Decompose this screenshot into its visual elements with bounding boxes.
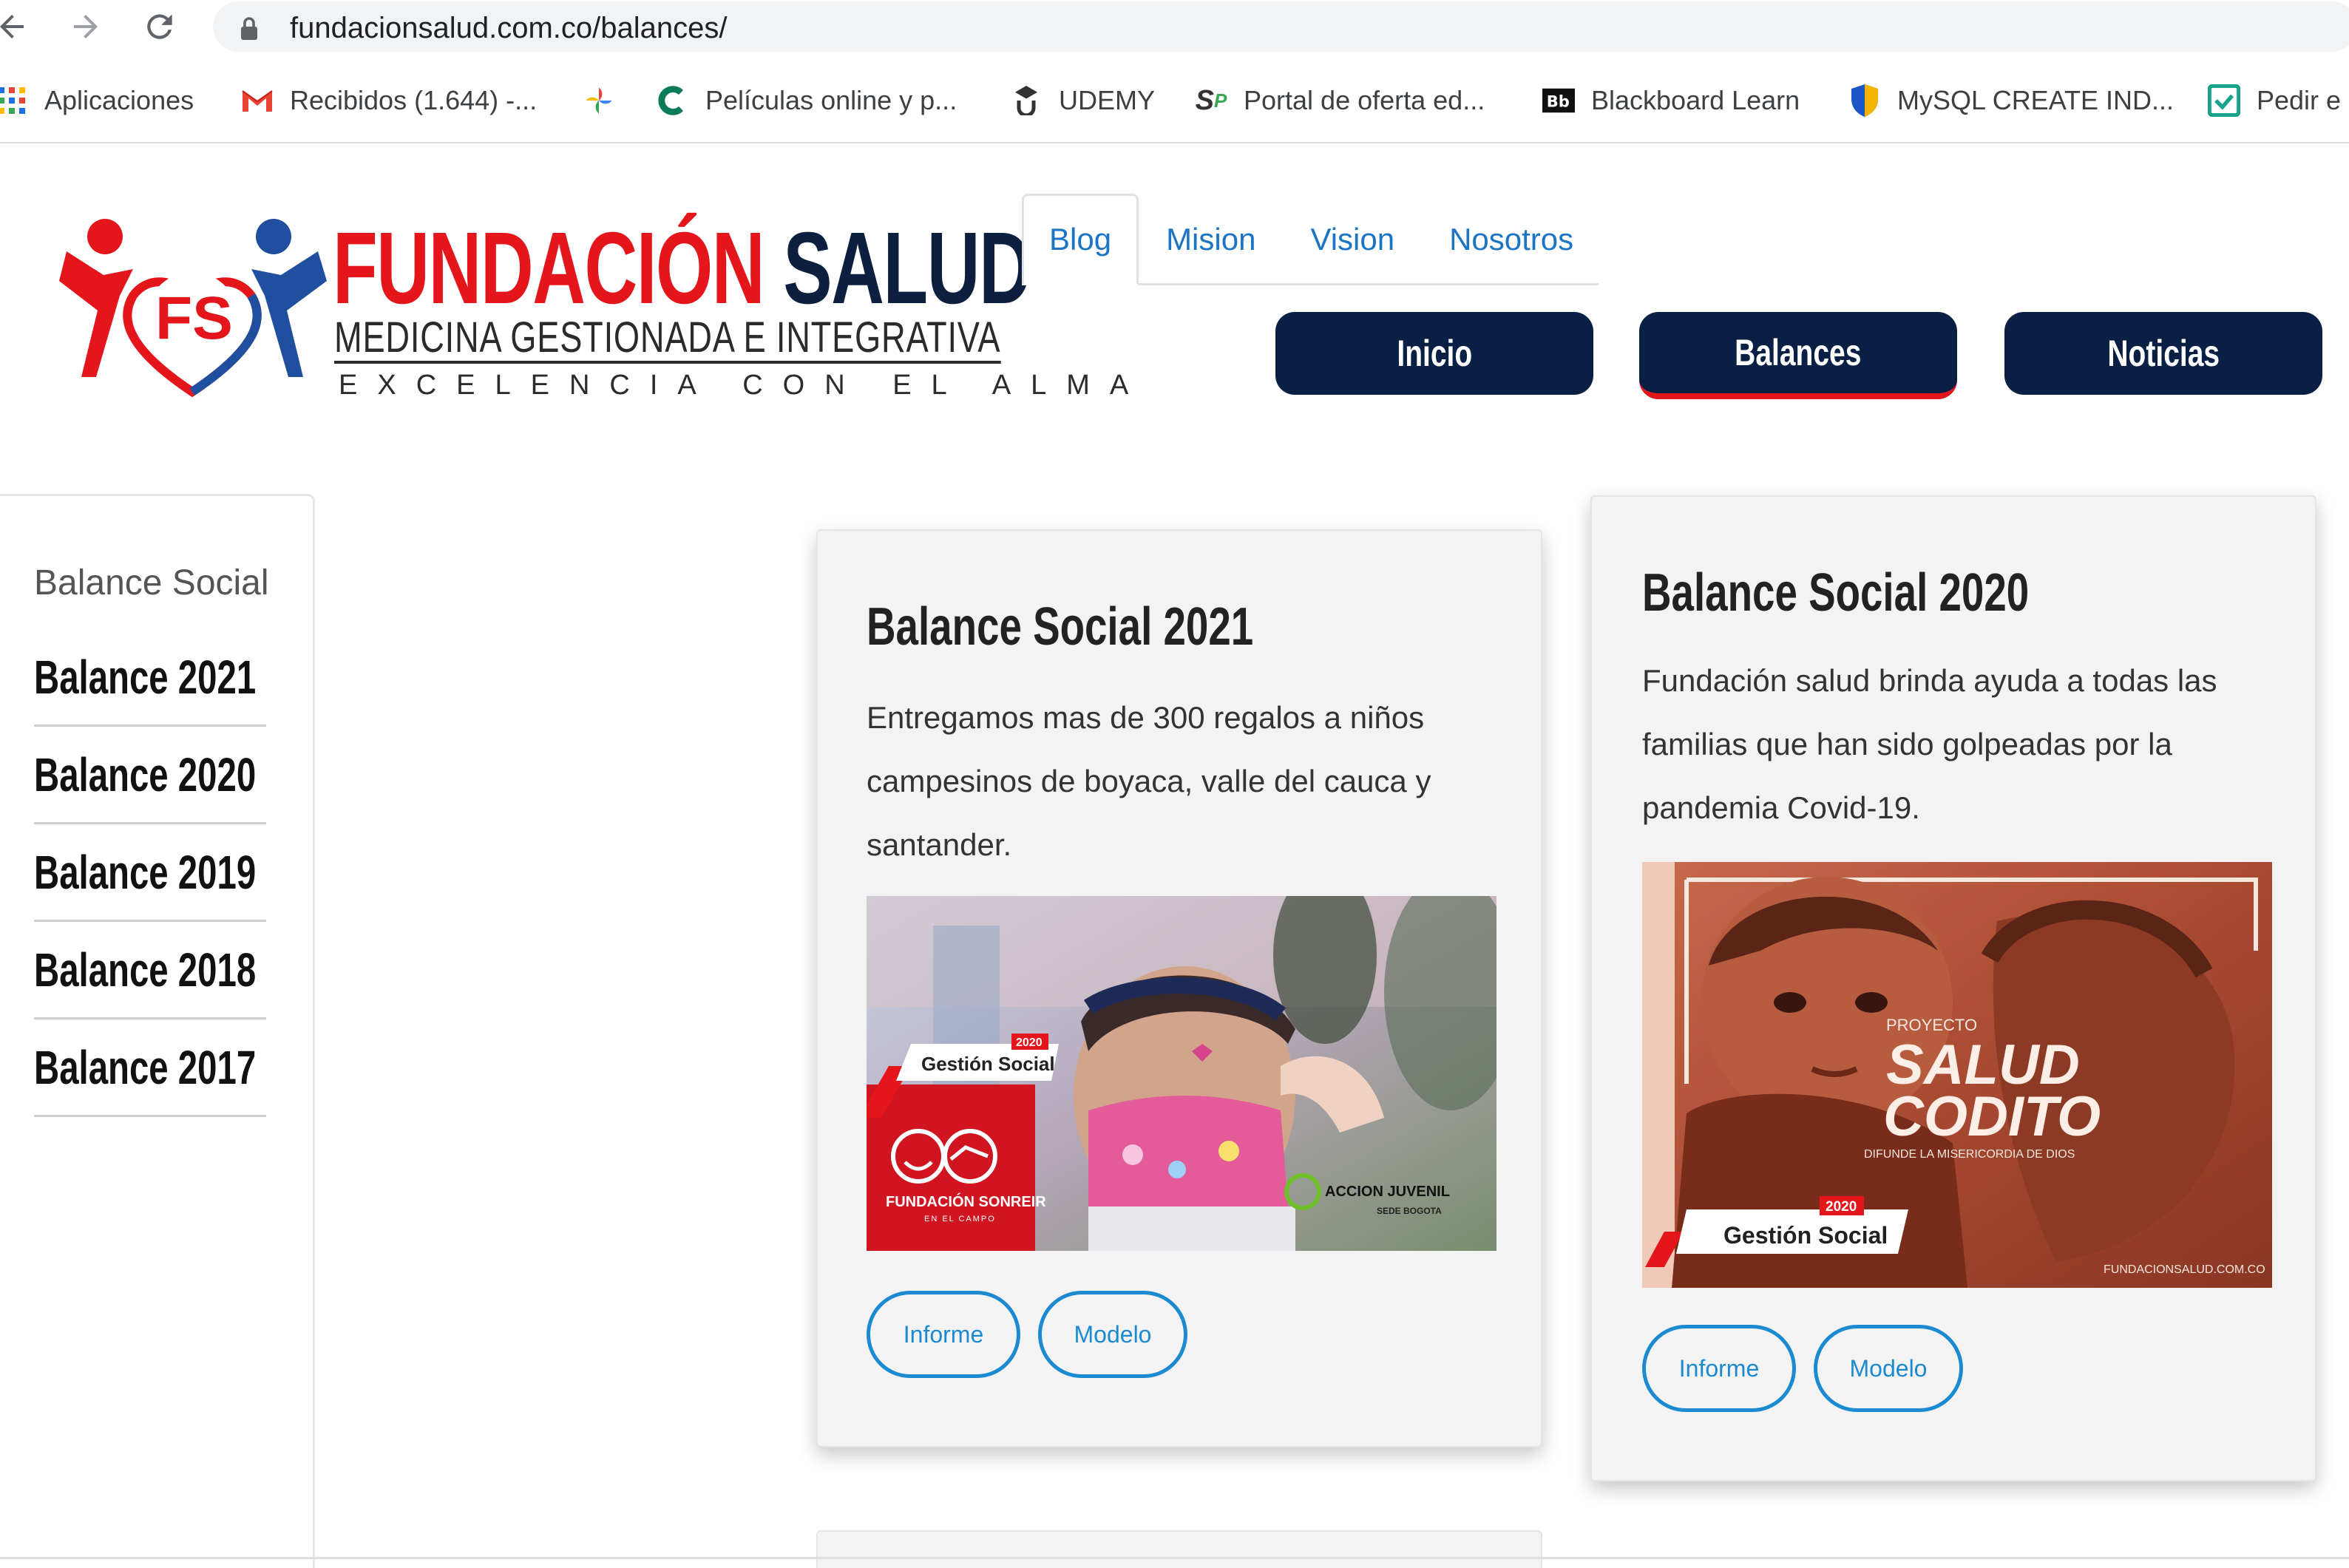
blackboard-icon: Bb [1542, 84, 1575, 117]
logo-monogram: FS [155, 285, 233, 352]
balance-card-2021: Balance Social 2021 Entregamos mas de 30… [816, 529, 1542, 1447]
card-image-footer: FUNDACIONSALUD.COM.CO [2104, 1263, 2265, 1276]
modelo-button[interactable]: Modelo [1814, 1325, 1963, 1412]
sp-logo-icon: SP [1195, 84, 1227, 116]
tab-nosotros[interactable]: Nosotros [1422, 194, 1601, 285]
site-logo[interactable]: FS FUNDACIÓN SALUD MEDICINA GESTIONADA E… [52, 207, 1128, 407]
bookmark-mysql[interactable]: MySQL CREATE IND... [1848, 80, 2174, 121]
card-image-badge-year: 2020 [1016, 1036, 1043, 1049]
reload-icon[interactable] [138, 4, 182, 49]
gmail-icon [241, 84, 274, 117]
nav-balances-button[interactable]: Balances [1639, 312, 1957, 399]
bookmark-label: UDEMY [1059, 85, 1156, 115]
card-title: Balance Social 2021 [867, 597, 1254, 656]
bookmark-label: Blackboard Learn [1591, 85, 1800, 115]
bookmark-udemy[interactable]: UDEMY [1010, 80, 1155, 121]
card-image-partner: ACCION JUVENIL [1325, 1184, 1450, 1200]
address-bar[interactable]: fundacionsalud.com.co/balances/ [213, 1, 2349, 52]
bookmark-label: Aplicaciones [44, 85, 194, 115]
c-logo-icon [657, 84, 689, 117]
udemy-icon [1010, 84, 1043, 117]
sidebar-heading: Balance Social [34, 563, 269, 603]
bookmark-label: Recibidos (1.644) -... [290, 85, 538, 115]
apps-grid-icon [0, 84, 28, 117]
sidebar-item-balance-2017[interactable]: Balance 2017 [34, 1019, 266, 1117]
tab-vision[interactable]: Vision [1283, 194, 1422, 285]
viewport-bottom-edge [0, 1557, 2349, 1559]
check-heart-icon [2208, 84, 2240, 117]
bookmark-label: Películas online y p... [705, 85, 957, 115]
bookmark-gmail[interactable]: Recibidos (1.644) -... [241, 80, 537, 121]
bookmark-label: MySQL CREATE IND... [1897, 85, 2175, 115]
svg-text:Bb: Bb [1547, 92, 1570, 111]
forward-arrow-icon[interactable] [64, 4, 108, 49]
card-image-partner-sub: SEDE BOGOTA [1377, 1206, 1442, 1216]
card-image: Gestión Social 2020 FUNDACIÓN SONREIR EN… [867, 896, 1496, 1251]
modelo-button[interactable]: Modelo [1038, 1291, 1187, 1378]
lock-icon [240, 16, 259, 44]
card-image-caption: DIFUNDE LA MISERICORDIA DE DIOS [1864, 1148, 2075, 1161]
bookmark-label: Pedir e [2257, 85, 2342, 115]
bookmark-blackboard[interactable]: Bb Blackboard Learn [1542, 80, 1800, 121]
next-card-peek [816, 1530, 1542, 1568]
card-image-headline-2: CODITO [1883, 1085, 2101, 1148]
bookmark-pedir[interactable]: Pedir e [2208, 80, 2341, 121]
card-image-brand: FUNDACIÓN SONREIR [886, 1192, 1046, 1210]
logo-subtitle: MEDICINA GESTIONADA E INTEGRATIVA [334, 316, 1001, 364]
card-description: Entregamos mas de 300 regalos a niños ca… [867, 700, 1431, 862]
card-image-badge-year: 2020 [1826, 1199, 1857, 1215]
balance-card-2020: Balance Social 2020 Fundación salud brin… [1590, 495, 2316, 1482]
shield-icon [1848, 84, 1881, 117]
back-arrow-icon[interactable] [0, 4, 34, 49]
chrome-divider [0, 142, 2349, 143]
logo-title: FUNDACIÓN SALUD [333, 211, 1032, 325]
logo-emblem-icon: FS [59, 219, 327, 398]
card-image: PROYECTO SALUD CODITO DIFUNDE LA MISERIC… [1642, 862, 2272, 1288]
bookmarks-bar: Aplicaciones Recibidos (1.644) -... Pelí… [0, 71, 2349, 130]
bookmark-photos[interactable] [583, 80, 631, 121]
sidebar-item-balance-2018[interactable]: Balance 2018 [34, 922, 266, 1019]
informe-button[interactable]: Informe [867, 1291, 1020, 1378]
card-image-badge-label: Gestión Social [1723, 1222, 1888, 1249]
card-image-kicker: PROYECTO [1886, 1016, 1977, 1034]
informe-button[interactable]: Informe [1642, 1325, 1796, 1412]
browser-toolbar: fundacionsalud.com.co/balances/ [0, 0, 2349, 53]
card-title: Balance Social 2020 [1642, 563, 2030, 622]
card-image-badge-label: Gestión Social [921, 1053, 1055, 1075]
tab-blog[interactable]: Blog [1022, 194, 1139, 285]
bookmark-apps[interactable]: Aplicaciones [0, 80, 194, 121]
sidebar-item-balance-2021[interactable]: Balance 2021 [34, 629, 266, 727]
tab-mision[interactable]: Mision [1139, 194, 1283, 285]
bookmark-label: Portal de oferta ed... [1244, 85, 1485, 115]
nav-inicio-button[interactable]: Inicio [1275, 312, 1593, 395]
sidebar-item-balance-2019[interactable]: Balance 2019 [34, 824, 266, 922]
logo-tagline: EXCELENCIA CON EL ALMA [339, 370, 1149, 401]
card-description: Fundación salud brinda ayuda a todas las… [1642, 663, 2217, 825]
nav-noticias-button[interactable]: Noticias [2004, 312, 2322, 395]
card-image-brand-sub: EN EL CAMPO [924, 1215, 996, 1223]
pinwheel-icon [583, 84, 615, 117]
sidebar: Balance Social Balance 2021 Balance 2020… [0, 494, 315, 1568]
sidebar-item-balance-2020[interactable]: Balance 2020 [34, 727, 266, 824]
url-text[interactable]: fundacionsalud.com.co/balances/ [290, 12, 727, 45]
top-tabs: Blog Mision Vision Nosotros [1022, 194, 1601, 285]
bookmark-portal[interactable]: SP Portal de oferta ed... [1195, 80, 1485, 121]
bookmark-peliculas[interactable]: Películas online y p... [657, 80, 957, 121]
